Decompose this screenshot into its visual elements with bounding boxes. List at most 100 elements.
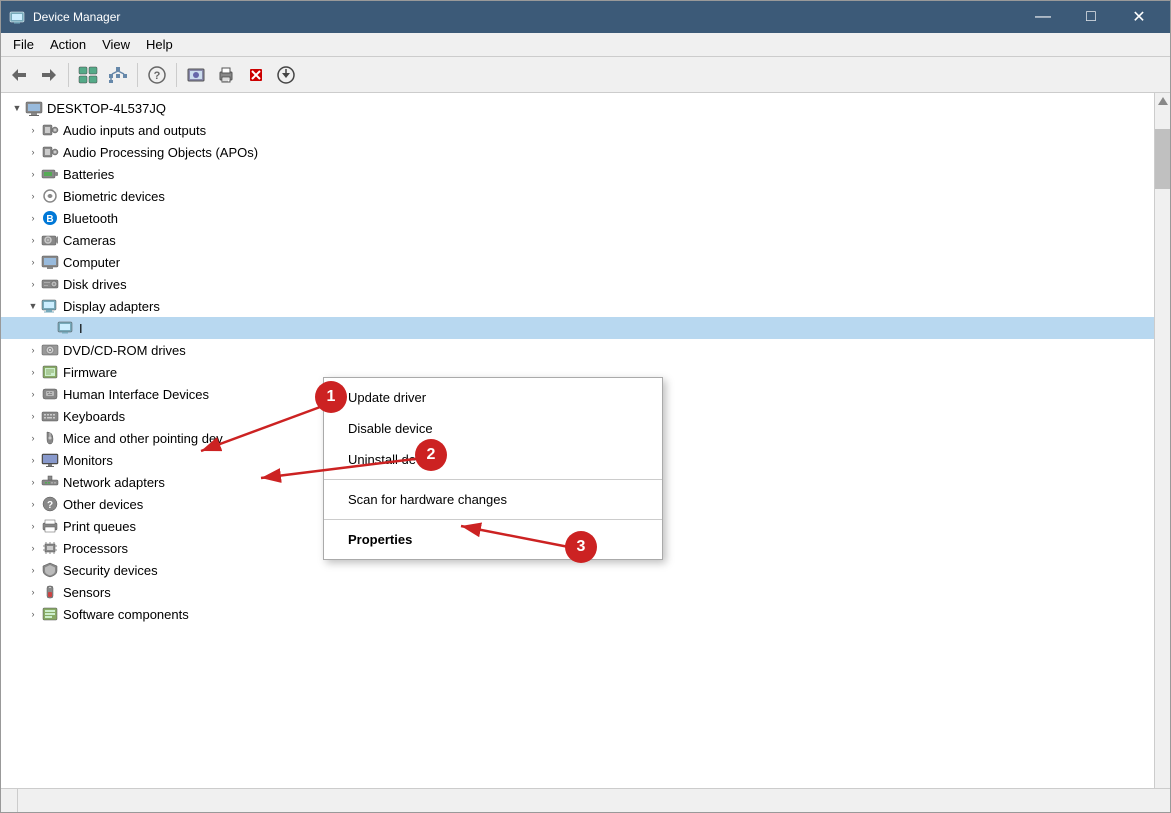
computer-label: Computer [63, 255, 120, 270]
context-update-driver[interactable]: Update driver [324, 382, 662, 413]
expand-computer[interactable]: › [25, 254, 41, 270]
context-uninstall-device[interactable]: Uninstall device [324, 444, 662, 475]
back-button[interactable] [5, 61, 33, 89]
tree-item-bluetooth[interactable]: › B Bluetooth [1, 207, 1154, 229]
tree-item-computer[interactable]: › Computer [1, 251, 1154, 273]
keyboards-label: Keyboards [63, 409, 125, 424]
expand-bluetooth[interactable]: › [25, 210, 41, 226]
tree-item-sensors[interactable]: › Sensors [1, 581, 1154, 603]
svg-text:B: B [46, 214, 53, 225]
battery-icon [41, 166, 59, 182]
hid-label: Human Interface Devices [63, 387, 209, 402]
expand-dvd[interactable]: › [25, 342, 41, 358]
device-by-connection-button[interactable] [104, 61, 132, 89]
scroll-thumb[interactable] [1155, 129, 1170, 189]
biometric-icon [41, 188, 59, 204]
expand-root[interactable]: ▼ [9, 100, 25, 116]
help-button[interactable]: ? [143, 61, 171, 89]
tree-root[interactable]: ▼ DESKTOP-4L537JQ [1, 97, 1154, 119]
software-label: Software components [63, 607, 189, 622]
expand-security[interactable]: › [25, 562, 41, 578]
disable-button[interactable] [242, 61, 270, 89]
batteries-label: Batteries [63, 167, 114, 182]
tree-item-disk[interactable]: › Disk drives [1, 273, 1154, 295]
update-driver-button[interactable] [272, 61, 300, 89]
expand-cameras[interactable]: › [25, 232, 41, 248]
audio-icon [41, 122, 59, 138]
context-separator-1 [324, 479, 662, 480]
expand-hid[interactable]: › [25, 386, 41, 402]
expand-sensors[interactable]: › [25, 584, 41, 600]
menu-help[interactable]: Help [138, 35, 181, 54]
expand-display-child[interactable] [41, 320, 57, 336]
toolbar: ? [1, 57, 1170, 93]
computer-item-icon [41, 254, 59, 270]
expand-keyboards[interactable]: › [25, 408, 41, 424]
menu-action[interactable]: Action [42, 35, 94, 54]
other-icon: ? [41, 496, 59, 512]
close-button[interactable]: ✕ [1116, 1, 1162, 33]
title-bar: Device Manager — □ ✕ [1, 1, 1170, 33]
expand-batteries[interactable]: › [25, 166, 41, 182]
tree-item-display-adapters[interactable]: ▼ Display adapters [1, 295, 1154, 317]
annotation-3: 3 [565, 531, 597, 563]
menu-bar: File Action View Help [1, 33, 1170, 57]
svg-text:?: ? [154, 70, 161, 82]
display-adapters-label: Display adapters [63, 299, 160, 314]
expand-print[interactable]: › [25, 518, 41, 534]
expand-other[interactable]: › [25, 496, 41, 512]
expand-apo[interactable]: › [25, 144, 41, 160]
tree-item-software[interactable]: › Software components [1, 603, 1154, 625]
expand-audio-inputs[interactable]: › [25, 122, 41, 138]
expand-monitors[interactable]: › [25, 452, 41, 468]
tree-item-audio-inputs[interactable]: › Audio inputs and outputs [1, 119, 1154, 141]
other-label: Other devices [63, 497, 143, 512]
tree-item-cameras[interactable]: › Cameras [1, 229, 1154, 251]
expand-network[interactable]: › [25, 474, 41, 490]
context-scan-hardware[interactable]: Scan for hardware changes [324, 484, 662, 515]
minimize-button[interactable]: — [1020, 1, 1066, 33]
computer-icon [25, 100, 43, 116]
print-icon [41, 518, 59, 534]
firmware-label: Firmware [63, 365, 117, 380]
resources-by-type-button[interactable] [182, 61, 210, 89]
network-label: Network adapters [63, 475, 165, 490]
sensor-icon [41, 584, 59, 600]
expand-mice[interactable]: › [25, 430, 41, 446]
expand-display[interactable]: ▼ [25, 298, 41, 314]
print-button[interactable] [212, 61, 240, 89]
expand-disk[interactable]: › [25, 276, 41, 292]
device-manager-window: Device Manager — □ ✕ File Action View He… [0, 0, 1171, 813]
expand-firmware[interactable]: › [25, 364, 41, 380]
maximize-button[interactable]: □ [1068, 1, 1114, 33]
display-adapters-icon [41, 298, 59, 314]
tree-item-biometric[interactable]: › Biometric devices [1, 185, 1154, 207]
device-by-type-button[interactable] [74, 61, 102, 89]
context-properties[interactable]: Properties [324, 524, 662, 555]
context-disable-device[interactable]: Disable device [324, 413, 662, 444]
tree-item-display-adapter-child[interactable]: I [1, 317, 1154, 339]
mouse-icon [41, 430, 59, 446]
tree-item-batteries[interactable]: › Batteries [1, 163, 1154, 185]
bluetooth-label: Bluetooth [63, 211, 118, 226]
scroll-up-button[interactable] [1155, 93, 1170, 109]
tree-item-apo[interactable]: › Audio Processing Objects (APOs) [1, 141, 1154, 163]
expand-biometric[interactable]: › [25, 188, 41, 204]
svg-text:?: ? [47, 500, 53, 511]
cameras-label: Cameras [63, 233, 116, 248]
menu-view[interactable]: View [94, 35, 138, 54]
print-label: Print queues [63, 519, 136, 534]
display-child-icon [57, 320, 75, 336]
status-text [9, 789, 18, 812]
forward-button[interactable] [35, 61, 63, 89]
status-bar [1, 788, 1170, 812]
expand-processors[interactable]: › [25, 540, 41, 556]
tree-scrollbar[interactable] [1154, 93, 1170, 788]
monitor-icon [41, 452, 59, 468]
mice-label: Mice and other pointing dev [63, 431, 223, 446]
tree-item-dvd[interactable]: › DVD/CD-ROM drives [1, 339, 1154, 361]
annotation-1: 1 [315, 381, 347, 413]
firmware-icon [41, 364, 59, 380]
menu-file[interactable]: File [5, 35, 42, 54]
expand-software[interactable]: › [25, 606, 41, 622]
